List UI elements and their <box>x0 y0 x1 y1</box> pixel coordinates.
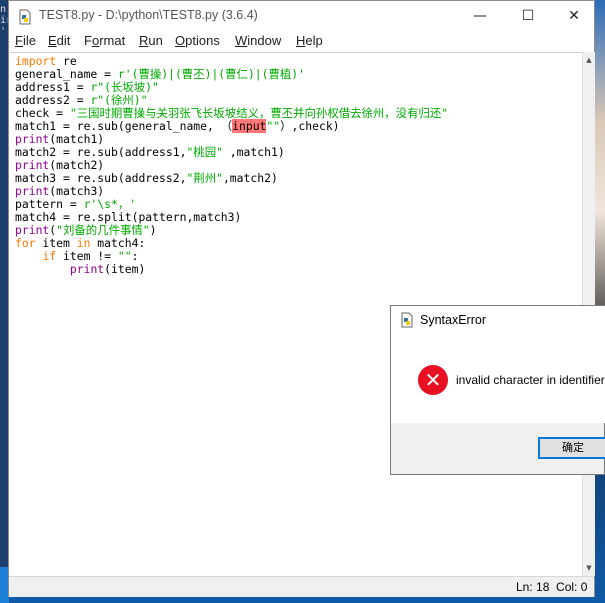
menu-window[interactable]: Window <box>235 33 281 48</box>
menu-format[interactable]: Format <box>84 33 125 48</box>
menu-help[interactable]: Help <box>296 33 323 48</box>
menu-bar: File Edit Format Run Options Window Help <box>9 31 594 51</box>
dialog-title: SyntaxError <box>420 313 486 327</box>
error-icon: ✕ <box>418 365 448 395</box>
cursor-position: Ln: 18 Col: 0 <box>516 580 588 594</box>
idle-editor-window: TEST8.py - D:\python\TEST8.py (3.6.4) — … <box>8 0 595 597</box>
status-bar: Ln: 18 Col: 0 <box>9 576 594 597</box>
title-bar[interactable]: TEST8.py - D:\python\TEST8.py (3.6.4) — … <box>9 1 594 31</box>
menu-options[interactable]: Options <box>175 33 220 48</box>
ok-button[interactable]: 确定 <box>538 437 605 459</box>
maximize-button[interactable]: ☐ <box>505 1 551 31</box>
dialog-title-bar[interactable]: SyntaxError <box>391 306 605 335</box>
error-message: invalid character in identifier <box>456 373 605 387</box>
menu-file[interactable]: File <box>15 33 36 48</box>
python-feather-icon <box>401 312 413 328</box>
python-file-icon <box>19 9 31 25</box>
scroll-up-arrow-icon[interactable]: ▲ <box>584 54 594 66</box>
menu-run[interactable]: Run <box>139 33 163 48</box>
minimize-button[interactable]: — <box>457 1 503 31</box>
close-button[interactable]: ✕ <box>551 1 597 31</box>
error-highlight: input <box>232 119 267 133</box>
syntax-error-dialog: SyntaxError ✕ invalid character in ident… <box>390 305 605 475</box>
desktop-right-strip <box>594 0 605 603</box>
code-line: print(item) <box>69 262 146 276</box>
window-title: TEST8.py - D:\python\TEST8.py (3.6.4) <box>39 8 258 22</box>
menu-edit[interactable]: Edit <box>48 33 70 48</box>
scroll-down-arrow-icon[interactable]: ▼ <box>584 562 594 574</box>
